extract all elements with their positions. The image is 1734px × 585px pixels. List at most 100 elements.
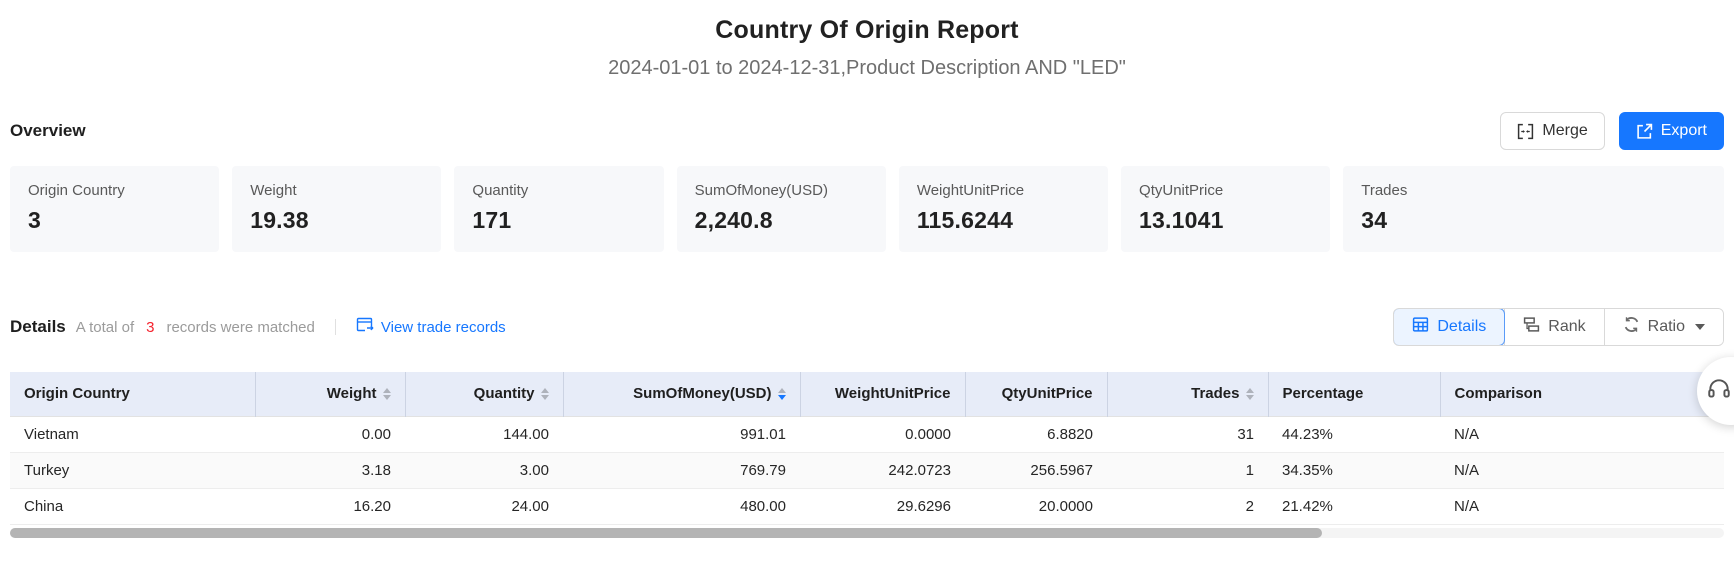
headset-icon [1697, 376, 1732, 407]
cell-percentage: 44.23% [1268, 416, 1440, 452]
stat-label: WeightUnitPrice [917, 182, 1090, 199]
col-header-weight-unit-price: WeightUnitPrice [800, 372, 965, 416]
col-header-comparison: Comparison [1440, 372, 1724, 416]
tab-ratio-label: Ratio [1648, 318, 1685, 336]
cell-comparison: N/A [1440, 488, 1724, 524]
cell-comparison: N/A [1440, 452, 1724, 488]
cell-qty-unit-price: 20.0000 [965, 488, 1107, 524]
stat-label: SumOfMoney(USD) [695, 182, 868, 199]
action-buttons: Merge Export [1500, 112, 1724, 150]
export-button[interactable]: Export [1619, 112, 1724, 150]
col-label: Weight [327, 385, 377, 402]
sort-icon[interactable] [383, 388, 391, 400]
cell-quantity: 144.00 [405, 416, 563, 452]
cell-qty-unit-price: 6.8820 [965, 416, 1107, 452]
overview-header-row: Overview Merge [10, 112, 1724, 150]
col-header-percentage: Percentage [1268, 372, 1440, 416]
col-label: Origin Country [24, 385, 130, 402]
tab-details-label: Details [1437, 318, 1486, 336]
col-label: WeightUnitPrice [835, 385, 951, 402]
sort-icon[interactable] [541, 388, 549, 400]
export-button-label: Export [1661, 122, 1707, 140]
sort-icon[interactable] [1246, 388, 1254, 400]
table-header-row: Origin Country Weight Quantity SumOfMone… [10, 372, 1724, 416]
cell-sum-of-money: 480.00 [563, 488, 800, 524]
cell-weight-unit-price: 0.0000 [800, 416, 965, 452]
summary-prefix: A total of [76, 319, 134, 336]
summary-suffix: records were matched [166, 319, 314, 336]
cell-quantity: 24.00 [405, 488, 563, 524]
details-heading: Details [10, 317, 66, 337]
cell-weight: 3.18 [255, 452, 405, 488]
stat-label: QtyUnitPrice [1139, 182, 1312, 199]
cell-percentage: 21.42% [1268, 488, 1440, 524]
col-header-trades[interactable]: Trades [1107, 372, 1268, 416]
cell-country: Vietnam [10, 416, 255, 452]
col-label: QtyUnitPrice [1002, 385, 1093, 402]
export-icon [1636, 123, 1653, 140]
table-row-china: China 16.20 24.00 480.00 29.6296 20.0000… [10, 488, 1724, 524]
merge-button-label: Merge [1542, 122, 1587, 140]
stat-card-weight-unit-price: WeightUnitPrice 115.6244 [899, 166, 1108, 252]
matched-count: 3 [144, 319, 156, 336]
stat-value: 2,240.8 [695, 207, 868, 234]
page-title: Country Of Origin Report [10, 16, 1724, 45]
cell-comparison: N/A [1440, 416, 1724, 452]
cell-weight-unit-price: 29.6296 [800, 488, 965, 524]
overview-cards: Origin Country 3 Weight 19.38 Quantity 1… [10, 166, 1724, 252]
table-grid-icon [1412, 316, 1429, 338]
col-header-qty-unit-price: QtyUnitPrice [965, 372, 1107, 416]
view-mode-toggle: Details Rank [1393, 308, 1724, 346]
cell-percentage: 34.35% [1268, 452, 1440, 488]
rank-flow-icon [1523, 316, 1540, 338]
report-header: Country Of Origin Report 2024-01-01 to 2… [10, 0, 1724, 80]
col-label: Comparison [1455, 385, 1543, 402]
cell-qty-unit-price: 256.5967 [965, 452, 1107, 488]
sort-icon-active-desc[interactable] [778, 388, 786, 400]
col-label: Quantity [474, 385, 535, 402]
col-header-sum-of-money[interactable]: SumOfMoney(USD) [563, 372, 800, 416]
chevron-down-icon [1695, 324, 1705, 330]
stat-card-sum-of-money: SumOfMoney(USD) 2,240.8 [677, 166, 886, 252]
cell-weight: 0.00 [255, 416, 405, 452]
trade-records-icon [356, 317, 374, 337]
stat-label: Origin Country [28, 182, 201, 199]
merge-button[interactable]: Merge [1500, 112, 1604, 150]
col-label: SumOfMoney(USD) [633, 385, 771, 402]
stat-label: Quantity [472, 182, 645, 199]
scrollbar-thumb[interactable] [10, 528, 1322, 538]
tab-ratio[interactable]: Ratio [1604, 309, 1723, 345]
details-summary: Details A total of 3 records were matche… [10, 317, 506, 337]
view-trade-records-link[interactable]: View trade records [356, 317, 506, 337]
col-header-origin-country: Origin Country [10, 372, 255, 416]
horizontal-scrollbar[interactable] [10, 528, 1724, 538]
stat-label: Weight [250, 182, 423, 199]
col-label: Trades [1191, 385, 1239, 402]
cell-trades: 2 [1107, 488, 1268, 524]
table-row-turkey: Turkey 3.18 3.00 769.79 242.0723 256.596… [10, 452, 1724, 488]
cell-quantity: 3.00 [405, 452, 563, 488]
stat-value: 3 [28, 207, 201, 234]
cell-sum-of-money: 769.79 [563, 452, 800, 488]
cell-country: China [10, 488, 255, 524]
stat-value: 13.1041 [1139, 207, 1312, 234]
view-trade-records-label: View trade records [381, 319, 506, 336]
stat-label: Trades [1361, 182, 1706, 199]
cell-trades: 31 [1107, 416, 1268, 452]
stat-value: 34 [1361, 207, 1706, 234]
tab-rank[interactable]: Rank [1504, 309, 1603, 345]
stat-card-weight: Weight 19.38 [232, 166, 441, 252]
report-page: Country Of Origin Report 2024-01-01 to 2… [0, 0, 1734, 538]
stat-card-origin-country: Origin Country 3 [10, 166, 219, 252]
stat-value: 171 [472, 207, 645, 234]
cell-country: Turkey [10, 452, 255, 488]
details-table-wrap: Origin Country Weight Quantity SumOfMone… [10, 372, 1724, 538]
col-header-quantity[interactable]: Quantity [405, 372, 563, 416]
col-header-weight[interactable]: Weight [255, 372, 405, 416]
divider [335, 319, 336, 335]
cell-trades: 1 [1107, 452, 1268, 488]
details-table: Origin Country Weight Quantity SumOfMone… [10, 372, 1724, 525]
page-subtitle: 2024-01-01 to 2024-12-31,Product Descrip… [10, 57, 1724, 80]
tab-details[interactable]: Details [1393, 308, 1505, 346]
table-row-vietnam: Vietnam 0.00 144.00 991.01 0.0000 6.8820… [10, 416, 1724, 452]
